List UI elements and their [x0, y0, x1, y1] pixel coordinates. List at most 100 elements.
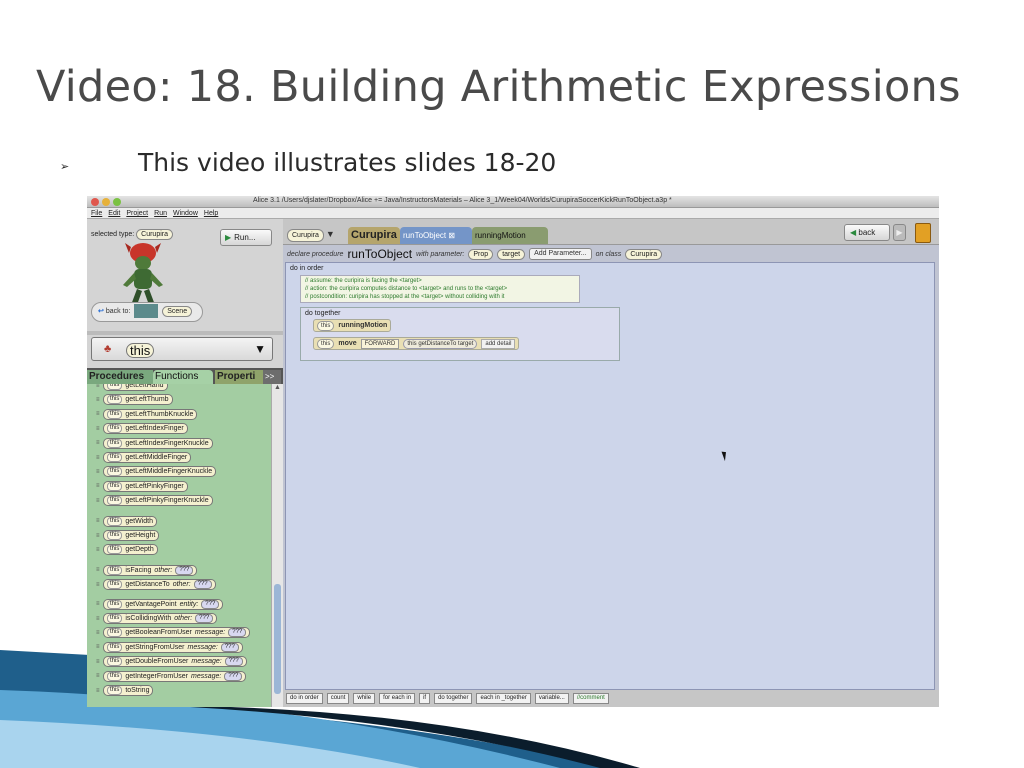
function-chip[interactable]: this getHeight [103, 530, 160, 541]
clipboard-icon[interactable] [915, 223, 931, 243]
function-chip[interactable]: this toString [103, 685, 154, 696]
drag-handle-icon[interactable]: ≡ [96, 659, 101, 665]
drag-handle-icon[interactable]: ≡ [96, 426, 101, 432]
function-chip[interactable]: this getBooleanFromUser message:??? [103, 627, 251, 639]
function-item[interactable]: ≡ this getDistanceTo other:??? [96, 579, 216, 591]
add-parameter-button[interactable]: Add Parameter... [529, 248, 592, 260]
functions-scrollbar[interactable]: ▲ [271, 384, 283, 707]
function-item[interactable]: ≡ this getDepth [96, 544, 158, 556]
function-chip[interactable]: this isCollidingWith other:??? [103, 613, 218, 624]
function-chip[interactable]: this getLeftPinkyFingerKnuckle [103, 495, 213, 507]
for-each-in-button[interactable]: for each in [379, 693, 416, 704]
function-chip[interactable]: this getLeftHand [103, 384, 168, 391]
function-chip[interactable]: this getDepth [103, 544, 158, 556]
tab-run-to-object[interactable]: runToObject ⊠ [400, 227, 472, 244]
drag-handle-icon[interactable]: ≡ [96, 582, 101, 588]
argument-placeholder[interactable]: ??? [224, 657, 243, 667]
function-item[interactable]: ≡ this getLeftHand [96, 384, 168, 391]
argument-placeholder[interactable]: ??? [195, 614, 214, 623]
close-window-icon[interactable] [91, 198, 99, 206]
while-button[interactable]: while [353, 693, 376, 704]
tab-class-curupira[interactable]: Curupira [348, 227, 400, 244]
drag-handle-icon[interactable]: ≡ [96, 688, 101, 694]
tab-functions[interactable]: Functions [153, 370, 213, 384]
tab-running-motion[interactable]: runningMotion [472, 227, 548, 244]
move-statement[interactable]: this move FORWARD this getDistanceTo tar… [313, 337, 520, 350]
drag-handle-icon[interactable]: ≡ [96, 469, 101, 475]
comment-block[interactable]: // assume: the curipira is facing the <t… [300, 275, 580, 303]
function-chip[interactable]: this getLeftMiddleFingerKnuckle [103, 466, 217, 478]
param-type[interactable]: Prop [468, 248, 494, 260]
function-item[interactable]: ≡ this getLeftMiddleFinger [96, 452, 192, 463]
forward-button[interactable]: ▶ [893, 224, 906, 241]
function-item[interactable]: ≡ this getLeftMiddleFingerKnuckle [96, 466, 217, 478]
do-together-block[interactable]: do together this runningMotion this move… [300, 307, 620, 361]
do-in-order-button[interactable]: do in order [286, 693, 323, 704]
menu-window[interactable]: Window [173, 208, 198, 218]
running-motion-statement[interactable]: this runningMotion [313, 319, 392, 332]
drag-handle-icon[interactable]: ≡ [96, 397, 101, 403]
function-item[interactable]: ≡ this isFacing other:??? [96, 564, 198, 576]
menu-project[interactable]: Project [126, 208, 148, 218]
tab-more[interactable]: >> [263, 370, 281, 384]
tab-procedures[interactable]: Procedures [87, 370, 153, 384]
object-dropdown[interactable]: Curupira ▼ [287, 229, 335, 243]
function-chip[interactable]: this getLeftThumb [103, 394, 173, 406]
minimize-window-icon[interactable] [102, 198, 110, 206]
direction-value[interactable]: FORWARD [360, 338, 400, 349]
menu-run[interactable]: Run [154, 208, 167, 218]
argument-placeholder[interactable]: ??? [193, 580, 212, 590]
drag-handle-icon[interactable]: ≡ [96, 518, 101, 524]
function-chip[interactable]: this getLeftIndexFingerKnuckle [103, 437, 213, 449]
do-together-button[interactable]: do together [434, 693, 473, 704]
code-area[interactable]: do in order // assume: the curipira is f… [285, 262, 935, 690]
function-chip[interactable]: this getWidth [103, 515, 157, 527]
function-item[interactable]: ≡ this getLeftPinkyFingerKnuckle [96, 495, 213, 507]
menu-file[interactable]: File [91, 208, 102, 218]
function-item[interactable]: ≡ this getLeftIndexFinger [96, 423, 188, 435]
function-chip[interactable]: this getLeftMiddleFinger [103, 452, 192, 463]
function-item[interactable]: ≡ this getVantagePoint entity:??? [96, 598, 224, 610]
argument-placeholder[interactable]: ??? [201, 599, 220, 609]
argument-placeholder[interactable]: ??? [220, 642, 239, 652]
function-chip[interactable]: this getIntegerFromUser message:??? [103, 670, 247, 682]
procedure-name[interactable]: runToObject [347, 247, 412, 261]
argument-placeholder[interactable]: ??? [224, 671, 243, 681]
argument-placeholder[interactable]: ??? [228, 628, 247, 638]
function-chip[interactable]: this getStringFromUser message:??? [103, 641, 243, 653]
function-chip[interactable]: this getLeftPinkyFinger [103, 480, 188, 492]
drag-handle-icon[interactable]: ≡ [96, 483, 101, 489]
add-detail-button[interactable]: add detail [481, 338, 516, 349]
function-item[interactable]: ≡ this toString [96, 685, 154, 696]
variable-button[interactable]: variable... [534, 693, 569, 704]
back-to-button[interactable]: ↩ back to: Scene [91, 302, 203, 322]
function-item[interactable]: ≡ this getStringFromUser message:??? [96, 641, 243, 653]
panel-splitter[interactable] [87, 331, 283, 335]
selected-type-pill[interactable]: Curupira [136, 229, 174, 240]
drag-handle-icon[interactable]: ≡ [96, 616, 101, 622]
argument-placeholder[interactable]: ??? [175, 565, 194, 575]
tab-properties[interactable]: Properti [215, 370, 263, 384]
count-button[interactable]: count [326, 693, 350, 704]
function-chip[interactable]: this isFacing other:??? [103, 564, 198, 576]
param-name[interactable]: target [497, 248, 526, 260]
drag-handle-icon[interactable]: ≡ [96, 601, 101, 607]
zoom-window-icon[interactable] [113, 198, 121, 206]
function-item[interactable]: ≡ this getLeftIndexFingerKnuckle [96, 437, 213, 449]
class-name-pill[interactable]: Curupira [625, 248, 663, 260]
drag-handle-icon[interactable]: ≡ [96, 498, 101, 504]
if-button[interactable]: if [419, 693, 431, 704]
run-button[interactable]: ▶ Run... [220, 229, 272, 246]
function-chip[interactable]: this getVantagePoint entity:??? [103, 598, 224, 610]
drag-handle-icon[interactable]: ≡ [96, 533, 101, 539]
function-item[interactable]: ≡ this getIntegerFromUser message:??? [96, 670, 247, 682]
comment-button[interactable]: //comment [572, 693, 609, 704]
function-chip[interactable]: this getDoubleFromUser message:??? [103, 656, 247, 668]
function-item[interactable]: ≡ this getWidth [96, 515, 157, 527]
drag-handle-icon[interactable]: ≡ [96, 384, 101, 389]
scroll-up-icon[interactable]: ▲ [274, 384, 281, 391]
close-tab-icon[interactable]: ⊠ [448, 231, 455, 240]
drag-handle-icon[interactable]: ≡ [96, 411, 101, 417]
function-item[interactable]: ≡ this isCollidingWith other:??? [96, 613, 218, 624]
drag-handle-icon[interactable]: ≡ [96, 547, 101, 553]
